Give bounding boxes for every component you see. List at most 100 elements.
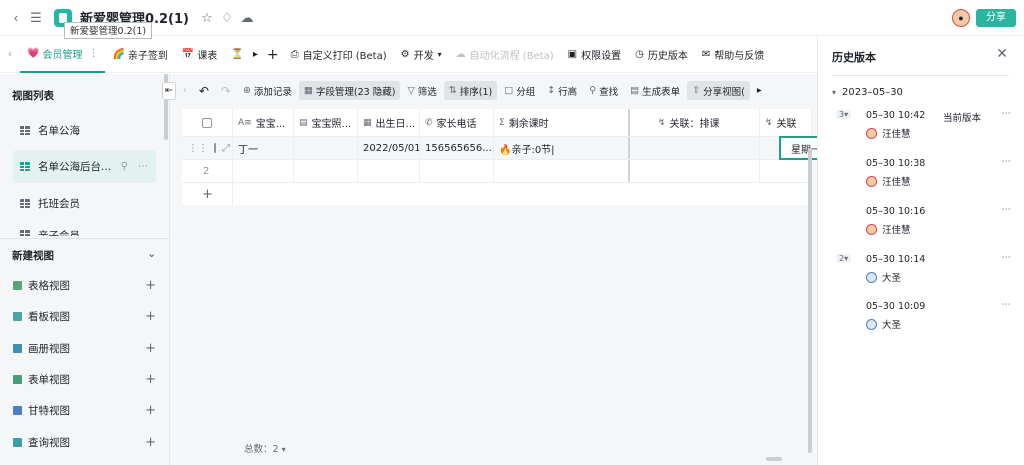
view-item[interactable]: 托班会员 — [13, 187, 156, 220]
version-count-badge[interactable]: 3▾ — [836, 110, 852, 119]
group-button[interactable]: □ 分组 — [499, 81, 540, 100]
field-manage-button[interactable]: ▦ 字段管理(23 隐藏) — [298, 81, 401, 100]
selected-cell-link[interactable]: 星期一 — [779, 136, 819, 160]
column-header[interactable]: ✆ 家长电话 — [420, 109, 494, 136]
undo-icon[interactable]: ↶ — [194, 81, 214, 100]
add-row-button[interactable]: + — [182, 183, 233, 205]
drag-handle-icon[interactable]: ⋮⋮ — [188, 143, 208, 154]
cell-baby-photo[interactable] — [294, 160, 358, 182]
redo-icon[interactable]: ↷ — [216, 81, 236, 100]
more-icon[interactable]: ⋯ — [1002, 108, 1012, 119]
add-table-icon[interactable]: + — [262, 37, 284, 73]
help-button[interactable]: ✉ 帮助与反馈 — [695, 37, 771, 73]
new-grid-view-item[interactable]: 表格视图 + — [13, 278, 156, 293]
add-icon[interactable]: + — [145, 403, 156, 418]
user-avatar[interactable]: ● — [952, 8, 970, 27]
share-button[interactable]: 分享 — [976, 8, 1016, 27]
custom-print-button[interactable]: ⎙ 自定义打印 (Beta) — [284, 37, 394, 73]
cell-remaining-hours[interactable] — [494, 160, 630, 182]
column-header[interactable]: ↯ 关联：排课 — [630, 109, 760, 136]
add-row[interactable]: + — [182, 183, 812, 205]
cell-birth-date[interactable] — [358, 160, 420, 182]
tab-hourglass[interactable]: ⏳ — [224, 37, 248, 73]
cloud-icon[interactable]: ☁ — [237, 8, 257, 28]
cell-baby-name[interactable] — [233, 160, 294, 182]
new-gantt-view-item[interactable]: 甘特视图 + — [13, 403, 156, 418]
cell-link[interactable] — [760, 160, 812, 182]
generate-form-button[interactable]: ▤ 生成表单 — [625, 81, 685, 100]
add-icon[interactable]: + — [145, 341, 156, 356]
close-icon[interactable]: ✕ — [996, 46, 1008, 62]
select-all-checkbox[interactable] — [202, 117, 212, 128]
cell-baby-name[interactable]: 丁一 — [233, 137, 294, 159]
more-icon[interactable]: ⋯ — [1002, 252, 1012, 263]
tab-parent-checkin[interactable]: 🌈 亲子签到 — [105, 37, 174, 73]
grid-horizontal-scrollbar[interactable] — [766, 457, 782, 461]
more-icon[interactable]: ⋯ — [1002, 156, 1012, 167]
history-button[interactable]: ◷ 历史版本 — [628, 37, 695, 73]
row-height-button[interactable]: ↕ 行高 — [542, 81, 582, 100]
cell-parent-phone[interactable] — [420, 160, 494, 182]
new-view-header[interactable]: 新建视图 ⌄ — [12, 248, 156, 263]
share-view-button[interactable]: ⇧ 分享视图( — [687, 81, 750, 100]
tag-icon[interactable]: ♢ — [217, 8, 237, 28]
cell-schedule-link[interactable] — [630, 160, 760, 182]
chevron-down-icon[interactable]: ⌄ — [147, 248, 156, 263]
cell-baby-photo[interactable] — [294, 137, 358, 159]
add-icon[interactable]: + — [145, 278, 156, 293]
cell-parent-phone[interactable]: 156565656... — [420, 137, 494, 159]
more-icon[interactable]: ⋯ — [1002, 299, 1012, 310]
add-record-button[interactable]: ⊕ 添加记录 — [238, 81, 297, 100]
view-item-active[interactable]: 名单公海后台... ⚲ ⋯ — [13, 150, 156, 183]
record-count[interactable]: 总数：2 ▾ — [244, 441, 286, 455]
cell-remaining-hours[interactable]: 🔥亲子:0节| — [494, 137, 630, 159]
collapse-sidebar-icon[interactable]: ⇤ — [162, 81, 176, 100]
add-icon[interactable]: + — [145, 372, 156, 387]
permissions-button[interactable]: ▣ 权限设置 — [561, 37, 628, 73]
column-header[interactable]: ▦ 出生日... — [358, 109, 420, 136]
tabs-scroll-right-icon[interactable]: ▸ — [249, 37, 262, 73]
back-chevron-icon[interactable]: ‹ — [6, 8, 26, 28]
tab-more-icon[interactable]: ⋮ — [88, 48, 98, 59]
column-header[interactable]: A≡ 宝宝... — [233, 109, 294, 136]
filter-button[interactable]: ▽ 筛选 — [402, 81, 441, 100]
develop-button[interactable]: ⚙ 开发 ▾ — [394, 37, 449, 73]
column-header[interactable]: ↯ 关联 — [760, 109, 812, 136]
more-icon[interactable]: ⋯ — [138, 161, 148, 172]
view-label: 亲子会员 — [38, 230, 80, 236]
new-gallery-view-item[interactable]: 画册视图 + — [13, 341, 156, 356]
row-checkbox[interactable] — [214, 143, 216, 153]
find-button[interactable]: ⚲ 查找 — [584, 81, 623, 100]
new-kanban-view-item[interactable]: 看板视图 + — [13, 309, 156, 324]
column-header[interactable]: Σ 剩余课时 — [494, 109, 630, 136]
automation-button[interactable]: ☁ 自动化流程 (Beta) — [449, 37, 561, 73]
pin-icon[interactable]: ⚲ — [121, 161, 128, 172]
menu-icon[interactable]: ☰ — [26, 8, 46, 28]
row-select-cell[interactable]: ⋮⋮ ⤢ — [182, 137, 233, 159]
avatar — [866, 223, 877, 235]
history-date-group[interactable]: ▾ 2023–05–30 — [832, 87, 903, 98]
table-row[interactable]: 2 — [182, 160, 812, 183]
column-header[interactable]: ▤ 宝宝照... — [294, 109, 358, 136]
scroll-left-icon[interactable]: ‹ — [178, 81, 192, 100]
more-icon[interactable]: ⋯ — [1002, 204, 1012, 215]
view-item[interactable]: 亲子会员 — [13, 224, 156, 236]
table-row[interactable]: ⋮⋮ ⤢ 丁一 2022/05/01 156565656... 🔥亲子:0节| — [182, 137, 812, 160]
tabs-scroll-left-icon[interactable]: ‹ — [0, 37, 20, 73]
version-count-badge[interactable]: 2▾ — [836, 254, 852, 263]
expand-icon[interactable]: ⤢ — [222, 143, 230, 154]
tab-schedule[interactable]: 📅 课表 — [175, 37, 224, 73]
sort-button[interactable]: ⇅ 排序(1) — [443, 81, 498, 100]
add-icon[interactable]: + — [145, 309, 156, 324]
add-icon[interactable]: + — [145, 435, 156, 450]
cell-birth-date[interactable]: 2022/05/01 — [358, 137, 420, 159]
star-icon[interactable]: ☆ — [197, 8, 217, 28]
view-item[interactable]: 名单公海 — [13, 114, 156, 147]
new-query-view-item[interactable]: 查询视图 + — [13, 435, 156, 450]
select-all-cell[interactable] — [182, 109, 233, 136]
grid-vertical-scrollbar[interactable] — [808, 148, 812, 453]
new-form-view-item[interactable]: 表单视图 + — [13, 372, 156, 387]
tab-member-manage[interactable]: 💗 会员管理 ⋮ — [20, 37, 106, 73]
cell-schedule-link[interactable] — [630, 137, 760, 159]
toolbar-more-icon[interactable]: ▸ — [752, 81, 767, 100]
